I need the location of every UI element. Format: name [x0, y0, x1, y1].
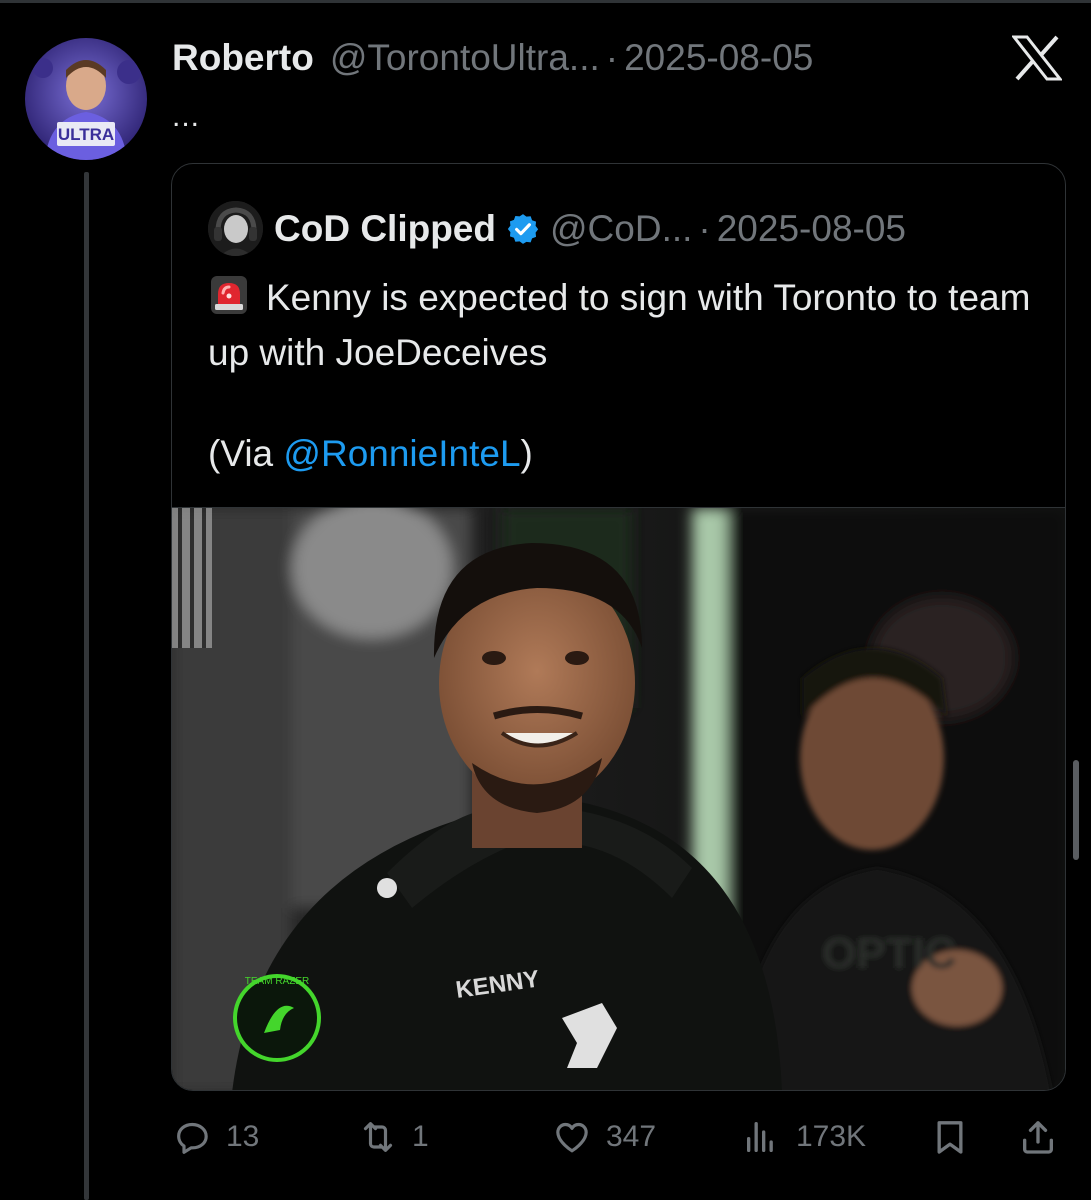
siren-icon	[211, 276, 247, 314]
repost-icon	[363, 1122, 393, 1152]
share-button[interactable]	[1018, 1112, 1058, 1162]
views-count: 173K	[796, 1120, 867, 1153]
x-logo-icon	[1010, 35, 1064, 81]
avatar-sign-text: ULTRA	[58, 125, 114, 144]
views-button[interactable]: 173K	[742, 1112, 866, 1162]
bookmark-button[interactable]	[930, 1112, 970, 1162]
reply-button[interactable]: 13	[172, 1112, 259, 1162]
verified-badge-icon	[507, 214, 539, 244]
separator-dot: ·	[605, 37, 619, 78]
separator-dot: ·	[698, 208, 711, 249]
patch-text: TEAM RAZER	[245, 976, 309, 987]
repost-button[interactable]: 1	[358, 1112, 429, 1162]
via-prefix: (Via	[208, 433, 284, 474]
post-header: Roberto @TorontoUltra... · 2025-08-05	[172, 36, 813, 80]
share-icon	[1023, 1121, 1053, 1154]
quoted-post-date[interactable]: 2025-08-05	[717, 208, 906, 250]
quoted-author-name[interactable]: CoD Clipped	[274, 208, 496, 250]
like-count: 347	[606, 1120, 657, 1153]
via-suffix: )	[520, 433, 533, 474]
quoted-post-body: Kenny is expected to sign with Toronto t…	[208, 277, 1031, 373]
mention-link[interactable]: @RonnieInteL	[283, 433, 520, 474]
quoted-post-header: CoD Clipped @CoD... · 2025-08-05	[274, 204, 906, 254]
thread-line	[84, 172, 89, 1200]
svg-text:OPTIC: OPTIC	[822, 929, 956, 978]
reply-count: 13	[226, 1120, 260, 1153]
author-name[interactable]: Roberto	[172, 37, 314, 79]
repost-count: 1	[412, 1120, 429, 1153]
author-handle[interactable]: @TorontoUltra...	[330, 37, 600, 79]
scrollbar[interactable]	[1073, 760, 1079, 860]
quoted-post-text: Kenny is expected to sign with Toronto t…	[208, 270, 1038, 380]
like-button[interactable]: 347	[552, 1112, 656, 1162]
quoted-author-avatar[interactable]	[208, 201, 263, 256]
top-divider	[0, 0, 1091, 3]
quoted-post-photo[interactable]: OPTIC KENNY TEAM RAZER	[172, 507, 1065, 1090]
more-options-button[interactable]: ...	[172, 100, 200, 134]
author-avatar[interactable]: ULTRA	[25, 38, 147, 160]
action-bar: 13 1 347 173K	[0, 1112, 1091, 1162]
like-icon	[556, 1122, 588, 1153]
reply-icon	[177, 1122, 208, 1154]
quoted-post-via: (Via @RonnieInteL)	[208, 426, 533, 481]
bookmark-icon	[937, 1121, 963, 1154]
quoted-post-card[interactable]: CoD Clipped @CoD... · 2025-08-05 Kenny i…	[171, 163, 1066, 1091]
post-date[interactable]: 2025-08-05	[624, 37, 813, 79]
quoted-author-handle[interactable]: @CoD...	[550, 208, 692, 250]
views-icon	[747, 1122, 773, 1152]
